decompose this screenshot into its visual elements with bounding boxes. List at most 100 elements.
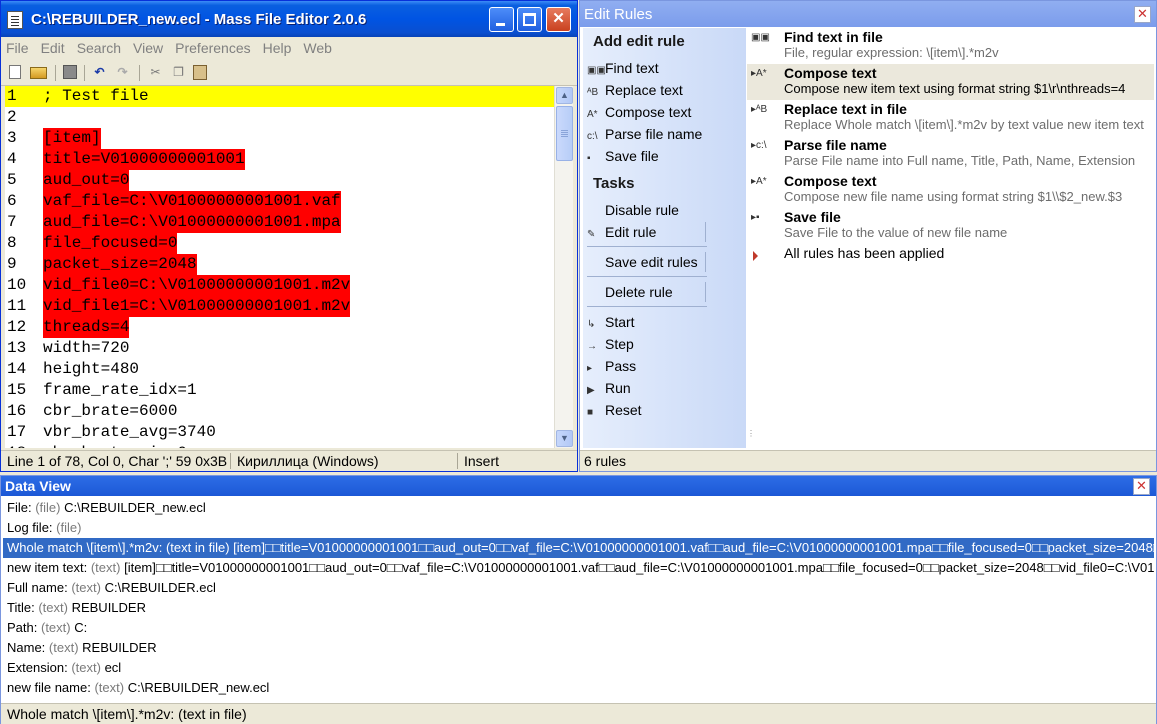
scroll-thumb[interactable] [556,106,573,161]
add-parse-file-name[interactable]: c:\ Parse file name [587,124,702,144]
add-replace-text[interactable]: ᴬB Replace text [587,80,683,100]
vertical-scrollbar[interactable]: ▲ ▼ [554,86,573,448]
scroll-up-icon[interactable]: ▲ [556,87,573,104]
data-view-row[interactable]: Path: (text) C: [3,618,1154,638]
rule-item[interactable]: ▸ᴬB Replace text in file Replace Whole m… [747,100,1154,136]
cut-icon[interactable]: ✂ [147,65,164,80]
maximize-button[interactable] [517,7,542,32]
data-view-row[interactable]: File: (file) C:\REBUILDER_new.ecl [3,498,1154,518]
add-find-text[interactable]: ▣▣Find text [587,58,659,78]
run-button[interactable]: ▶ Run [587,378,631,398]
line-number: 18 [5,443,43,448]
close-icon[interactable]: ✕ [1133,478,1150,495]
add-compose-text[interactable]: A* Compose text [587,102,691,122]
edit-rule-icon: ✎ [587,229,596,240]
redo-icon[interactable]: ↷ [114,65,131,80]
start-button[interactable]: ↳ Start [587,312,635,332]
status-divider [457,453,458,469]
disable-rule-button[interactable]: Disable rule [587,200,679,220]
minimize-icon [496,23,505,26]
data-value: [item]□□title=V01000000001001□□aud_out=0… [124,560,1154,575]
code-line[interactable]: 11 vid_file1=C:\V01000000001001.m2v [5,296,554,317]
code-line[interactable]: 5 aud_out=0 [5,170,554,191]
add-find-text-label: Find text [605,60,659,76]
menu-web[interactable]: Web [297,37,338,56]
menu-preferences[interactable]: Preferences [169,37,256,56]
close-icon[interactable]: ✕ [1134,6,1151,23]
minimize-button[interactable] [489,7,514,32]
menu-file[interactable]: File [1,37,35,56]
data-key: Full name: [7,580,68,595]
floppy-icon: ▪ [587,153,591,164]
save-edit-rules-button[interactable]: Save edit rules [587,252,698,272]
delete-rule-button[interactable]: Delete rule [587,282,673,302]
data-view-row[interactable]: Name: (text) REBUILDER [3,638,1154,658]
line-number: 1 [7,87,17,105]
menu-view[interactable]: View [127,37,169,56]
rule-item[interactable]: ▸A* Compose text Compose new file name u… [747,172,1154,208]
copy-icon[interactable]: ❐ [170,65,187,80]
data-view-row[interactable]: new item text: (text) [item]□□title=V010… [3,558,1154,578]
data-view-row[interactable]: Title: (text) REBUILDER [3,598,1154,618]
reset-button[interactable]: ■ Reset [587,400,642,420]
scroll-down-icon[interactable]: ▼ [556,430,573,447]
rule-name: Compose text [784,65,877,81]
data-value: C:\REBUILDER_new.ecl [127,680,270,695]
parse-icon: c:\ [587,131,598,142]
add-save-file[interactable]: ▪ Save file [587,146,659,166]
code-line[interactable]: 15 frame_rate_idx=1 [5,380,554,401]
step-button[interactable]: → Step [587,334,634,354]
parse-icon: ▸c:\ [751,140,767,151]
rule-item[interactable]: ▸▪ Save file Save File to the value of n… [747,208,1154,244]
rule-item[interactable]: ▸c:\ Parse file name Parse File name int… [747,136,1154,172]
code-line[interactable]: 6 vaf_file=C:\V01000000001001.vaf [5,191,554,212]
code-line[interactable]: 2 [5,107,554,128]
edit-rule-button[interactable]: ✎ Edit rule [587,222,656,242]
code-line[interactable]: 4 title=V01000000001001 [5,149,554,170]
code-line[interactable]: 8 file_focused=0 [5,233,554,254]
line-text: aud_file=C:\V01000000001001.mpa [43,212,341,233]
paste-icon[interactable] [193,65,207,80]
editor-title-bar[interactable]: C:\REBUILDER_new.ecl - Mass File Editor … [1,1,577,37]
data-view-row[interactable]: Full name: (text) C:\REBUILDER.ecl [3,578,1154,598]
reset-label: Reset [605,402,642,418]
rule-item[interactable]: ▣▣ Find text in file File, regular expre… [747,28,1154,64]
code-line[interactable]: 12 threads=4 [5,317,554,338]
cursor-position: Line 1 of 78, Col 0, Char ';' 59 0x3B [7,453,228,469]
menu-search[interactable]: Search [71,37,127,56]
code-line[interactable]: 7 aud_file=C:\V01000000001001.mpa [5,212,554,233]
data-view-row[interactable]: Extension: (text) ecl [3,658,1154,678]
data-view-row[interactable]: new file name: (text) C:\REBUILDER_new.e… [3,678,1154,698]
code-line[interactable]: 9 packet_size=2048 [5,254,554,275]
line-number: 12 [7,318,27,336]
undo-icon[interactable]: ↶ [91,65,108,80]
open-folder-icon[interactable] [30,67,47,79]
line-text: vid_file0=C:\V01000000001001.m2v [43,275,351,296]
code-editor[interactable]: 1 ; Test file 2 3 [item] 4 title=V010000000010… [5,86,554,448]
rule-item-end[interactable]: All rules has been applied [747,244,1154,280]
pass-button[interactable]: ▸ Pass [587,356,636,376]
toolbar-separator [55,65,56,81]
code-line[interactable]: 10 vid_file0=C:\V01000000001001.m2v [5,275,554,296]
binoculars-icon: ▣▣ [587,65,606,76]
code-line[interactable]: 3 [item] [5,128,554,149]
code-line[interactable]: 17 vbr_brate_avg=3740 [5,422,554,443]
rule-item-selected[interactable]: ▸A* Compose text Compose new item text u… [747,64,1154,100]
replace-icon: ᴬB [587,87,599,98]
splitter-grip-icon[interactable]: ⋮ [747,429,755,438]
code-line[interactable]: 1 ; Test file [5,86,554,107]
code-line[interactable]: 13 width=720 [5,338,554,359]
close-button[interactable]: ✕ [546,7,571,32]
save-icon[interactable] [63,65,77,79]
data-view-row[interactable]: Log file: (file) [3,518,1154,538]
code-line[interactable]: 14 height=480 [5,359,554,380]
data-view-list: File: (file) C:\REBUILDER_new.ecl Log fil… [3,498,1154,703]
menu-help[interactable]: Help [257,37,298,56]
task-separator [587,246,707,247]
new-file-icon[interactable] [9,65,21,79]
code-line[interactable]: 16 cbr_brate=6000 [5,401,554,422]
menu-edit[interactable]: Edit [35,37,71,56]
data-view-row[interactable]: Whole match \[item\].*m2v: (text in file… [3,538,1154,558]
code-line[interactable]: 18vbr_brate_min=0 [5,443,554,448]
line-text: ; Test file [43,87,149,105]
